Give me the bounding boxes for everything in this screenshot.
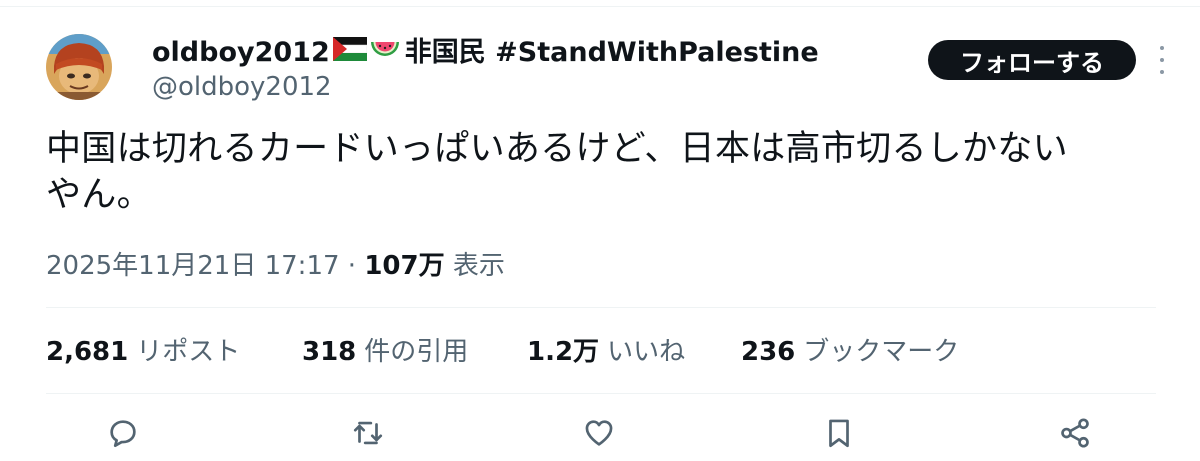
tweet-meta: 2025年11月21日 17:17 · 107万 表示 xyxy=(46,250,505,282)
timestamp[interactable]: 2025年11月21日 17:17 xyxy=(46,251,340,281)
bookmarks-label: ブックマーク xyxy=(803,337,960,367)
quotes-label: 件の引用 xyxy=(364,337,469,367)
tweet-text-line-2: やん。 xyxy=(46,175,152,215)
reply-icon[interactable] xyxy=(106,416,140,450)
display-name-suffix: 非国民 #StandWithPalestine xyxy=(404,37,819,68)
more-icon[interactable] xyxy=(1152,46,1172,74)
tweet-text: 中国は切れるカードいっぱいあるけど、日本は高市切るしかない やん。 xyxy=(46,126,1156,218)
likes-stat[interactable]: 1.2万 いいね xyxy=(527,336,685,368)
likes-count: 1.2万 xyxy=(527,337,600,367)
reposts-stat[interactable]: 2,681 リポスト xyxy=(46,336,240,368)
top-divider xyxy=(0,6,1200,7)
heart-icon[interactable] xyxy=(582,416,616,450)
avatar[interactable] xyxy=(46,34,112,100)
likes-label: いいね xyxy=(607,337,686,367)
watermelon-icon xyxy=(369,34,401,72)
palestine-flag-icon xyxy=(332,37,368,69)
author-handle[interactable]: @oldboy2012 xyxy=(152,72,332,102)
reposts-label: リポスト xyxy=(136,337,241,367)
quotes-stat[interactable]: 318 件の引用 xyxy=(302,336,468,368)
views-count: 107万 xyxy=(364,251,445,281)
bookmark-icon[interactable] xyxy=(822,416,856,450)
bookmarks-count: 236 xyxy=(741,337,796,367)
views-label: 表示 xyxy=(452,251,505,281)
reposts-count: 2,681 xyxy=(46,337,129,367)
bookmarks-stat[interactable]: 236 ブックマーク xyxy=(741,336,959,368)
share-icon[interactable] xyxy=(1058,416,1092,450)
quotes-count: 318 xyxy=(302,337,357,367)
divider xyxy=(46,307,1156,308)
follow-button[interactable]: フォローする xyxy=(928,40,1136,80)
divider xyxy=(46,393,1156,394)
meta-separator: · xyxy=(347,251,357,281)
tweet-text-line-1: 中国は切れるカードいっぱいあるけど、日本は高市切るしかない xyxy=(46,129,1068,169)
author-display-name[interactable]: oldboy2012 非国民 #StandWithPalestine xyxy=(152,34,819,72)
repost-icon[interactable] xyxy=(351,416,385,450)
display-name-prefix: oldboy2012 xyxy=(152,37,330,68)
